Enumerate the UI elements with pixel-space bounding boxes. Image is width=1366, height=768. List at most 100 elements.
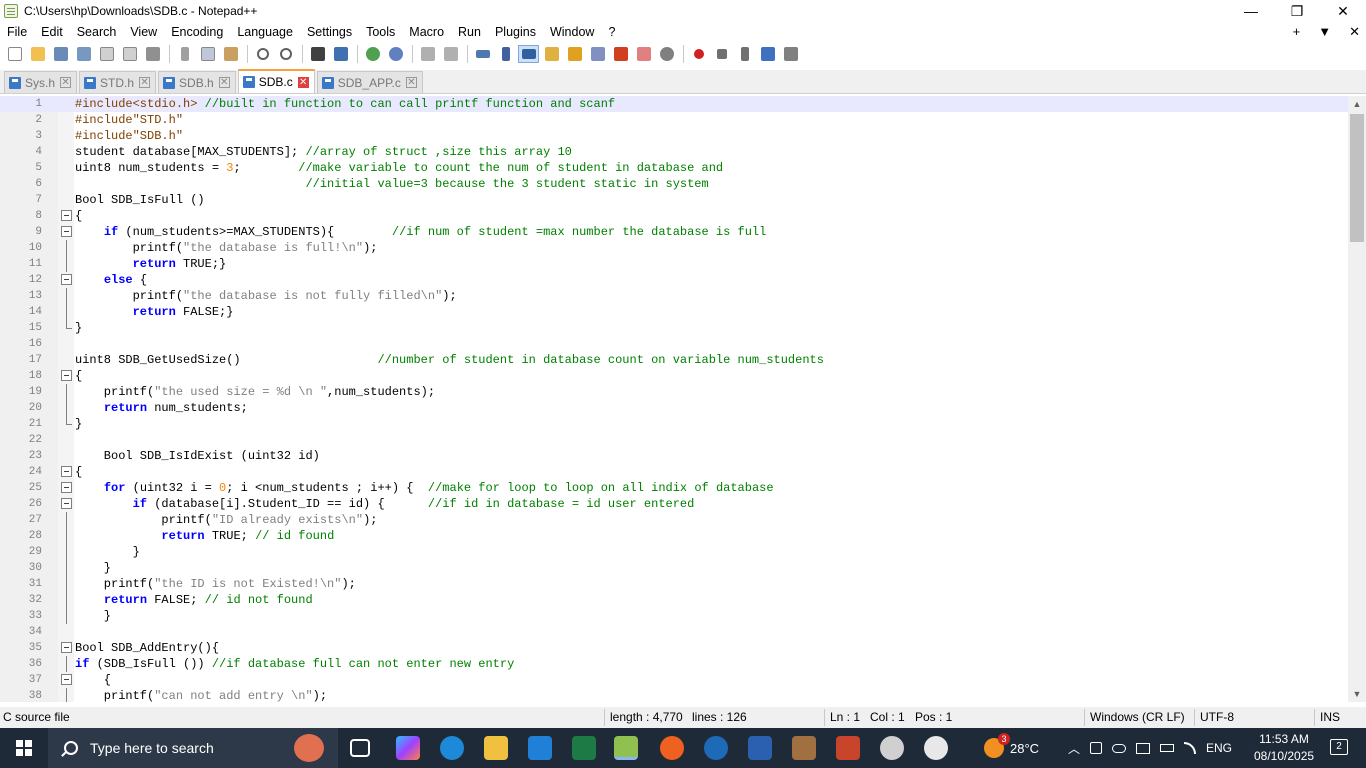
task-view-icon[interactable] xyxy=(350,739,370,757)
scroll-down-icon[interactable]: ▼ xyxy=(1348,686,1366,702)
save-all-icon[interactable] xyxy=(73,45,94,63)
code-line[interactable]: 13 printf("the database is not fully fil… xyxy=(0,288,1348,304)
tab-close-icon[interactable]: ✕ xyxy=(218,77,230,88)
tab-list-dropdown-icon[interactable]: ▼ xyxy=(1318,22,1331,42)
photos-icon[interactable] xyxy=(924,736,948,760)
new-file-icon[interactable] xyxy=(4,45,25,63)
menu-edit[interactable]: Edit xyxy=(34,22,70,42)
undo-icon[interactable] xyxy=(252,45,273,63)
code-line[interactable]: 26 if (database[i].Student_ID == id) { /… xyxy=(0,496,1348,512)
show-all-chars-icon[interactable] xyxy=(495,45,516,63)
menu-encoding[interactable]: Encoding xyxy=(164,22,230,42)
minimize-button[interactable]: — xyxy=(1228,0,1274,22)
menu-help[interactable]: ? xyxy=(601,22,622,42)
print-icon[interactable] xyxy=(142,45,163,63)
fold-toggle-icon[interactable] xyxy=(61,498,72,509)
zoom-in-icon[interactable] xyxy=(362,45,383,63)
tray-chevron-up-icon[interactable]: ︿ xyxy=(1068,740,1080,757)
tab-sdb-app-c[interactable]: SDB_APP.c ✕ xyxy=(316,71,423,93)
close-file-icon[interactable] xyxy=(96,45,117,63)
vertical-scrollbar[interactable]: ▲ ▼ xyxy=(1348,96,1366,702)
menu-language[interactable]: Language xyxy=(230,22,300,42)
folder-workspace-icon[interactable] xyxy=(633,45,654,63)
menu-window[interactable]: Window xyxy=(543,22,601,42)
code-line[interactable]: 19 printf("the used size = %d \n ",num_s… xyxy=(0,384,1348,400)
save-icon[interactable] xyxy=(50,45,71,63)
replace-icon[interactable] xyxy=(330,45,351,63)
open-file-icon[interactable] xyxy=(27,45,48,63)
menu-view[interactable]: View xyxy=(123,22,164,42)
brave-icon[interactable] xyxy=(660,736,684,760)
fold-toggle-icon[interactable] xyxy=(61,370,72,381)
menu-tools[interactable]: Tools xyxy=(359,22,402,42)
close-button[interactable]: ✕ xyxy=(1320,0,1366,22)
tab-close-icon[interactable]: ✕ xyxy=(60,77,72,88)
winrar-icon[interactable] xyxy=(792,736,816,760)
code-line[interactable]: 25 for (uint32 i = 0; i <num_students ; … xyxy=(0,480,1348,496)
code-line[interactable]: 1 #include<stdio.h> //built in function t… xyxy=(0,96,1348,112)
code-line[interactable]: 38 printf("can not add entry \n"); xyxy=(0,688,1348,702)
paste-icon[interactable] xyxy=(220,45,241,63)
weather-widget[interactable]: 3 28°C xyxy=(984,728,1039,768)
code-line[interactable]: 7 Bool SDB_IsFull () xyxy=(0,192,1348,208)
tray-cloud-icon[interactable] xyxy=(1112,743,1127,753)
code-line[interactable]: 11 return TRUE;} xyxy=(0,256,1348,272)
code-line[interactable]: 8{ xyxy=(0,208,1348,224)
tab-std-h[interactable]: STD.h ✕ xyxy=(79,71,157,93)
code-line[interactable]: 12 else { xyxy=(0,272,1348,288)
fold-toggle-icon[interactable] xyxy=(61,674,72,685)
code-line[interactable]: 15} xyxy=(0,320,1348,336)
fold-toggle-icon[interactable] xyxy=(61,642,72,653)
edge-dev-icon[interactable] xyxy=(704,736,728,760)
macro-record-icon[interactable] xyxy=(688,45,709,63)
code-line[interactable]: 23 Bool SDB_IsIdExist (uint32 id) xyxy=(0,448,1348,464)
word-icon[interactable] xyxy=(748,736,772,760)
code-line[interactable]: 18 { xyxy=(0,368,1348,384)
code-line[interactable]: 14 return FALSE;} xyxy=(0,304,1348,320)
clock[interactable]: 11:53 AM 08/10/2025 xyxy=(1254,731,1314,765)
code-line[interactable]: 37 { xyxy=(0,672,1348,688)
code-line[interactable]: 2 #include"STD.h" xyxy=(0,112,1348,128)
new-tab-plus-icon[interactable]: + xyxy=(1293,22,1301,42)
code-line[interactable]: 28 return TRUE; // id found xyxy=(0,528,1348,544)
monitoring-icon[interactable] xyxy=(656,45,677,63)
file-explorer-icon[interactable] xyxy=(484,736,508,760)
edge-icon[interactable] xyxy=(440,736,464,760)
code-line[interactable]: 5 uint8 num_students = 3; //make variable… xyxy=(0,160,1348,176)
macro-play-icon[interactable] xyxy=(734,45,755,63)
tab-sys-h[interactable]: Sys.h ✕ xyxy=(4,71,78,93)
close-doc-icon[interactable]: ✕ xyxy=(1349,22,1360,42)
start-button[interactable] xyxy=(0,728,48,768)
doc-list-icon[interactable] xyxy=(587,45,608,63)
menu-plugins[interactable]: Plugins xyxy=(488,22,543,42)
menu-run[interactable]: Run xyxy=(451,22,488,42)
fold-toggle-icon[interactable] xyxy=(61,466,72,477)
copy-icon[interactable] xyxy=(197,45,218,63)
tab-sdb-h[interactable]: SDB.h ✕ xyxy=(158,71,236,93)
notification-center-icon[interactable]: 2 xyxy=(1330,739,1348,755)
code-line[interactable]: 4 student database[MAX_STUDENTS]; //array… xyxy=(0,144,1348,160)
fold-toggle-icon[interactable] xyxy=(61,210,72,221)
word-wrap-icon[interactable] xyxy=(472,45,493,63)
settings-icon[interactable] xyxy=(880,736,904,760)
excel-icon[interactable] xyxy=(572,736,596,760)
cut-icon[interactable] xyxy=(174,45,195,63)
function-list-icon[interactable] xyxy=(610,45,631,63)
udl-icon[interactable] xyxy=(541,45,562,63)
fold-toggle-icon[interactable] xyxy=(61,274,72,285)
code-line[interactable]: 30 } xyxy=(0,560,1348,576)
powerpoint-icon[interactable] xyxy=(836,736,860,760)
code-line[interactable]: 34 xyxy=(0,624,1348,640)
fold-toggle-icon[interactable] xyxy=(61,226,72,237)
code-line[interactable]: 35 Bool SDB_AddEntry(){ xyxy=(0,640,1348,656)
macro-save-icon[interactable] xyxy=(780,45,801,63)
maximize-button[interactable]: ❐ xyxy=(1274,0,1320,22)
code-line[interactable]: 24 { xyxy=(0,464,1348,480)
doc-map-icon[interactable] xyxy=(564,45,585,63)
code-line[interactable]: 31 printf("the ID is not Existed!\n"); xyxy=(0,576,1348,592)
indent-guide-icon[interactable] xyxy=(518,45,539,63)
sync-vertical-icon[interactable] xyxy=(417,45,438,63)
tab-close-icon[interactable]: ✕ xyxy=(139,77,151,88)
code-line[interactable]: 32 return FALSE; // id not found xyxy=(0,592,1348,608)
tray-network-adapter-icon[interactable] xyxy=(1090,742,1103,754)
